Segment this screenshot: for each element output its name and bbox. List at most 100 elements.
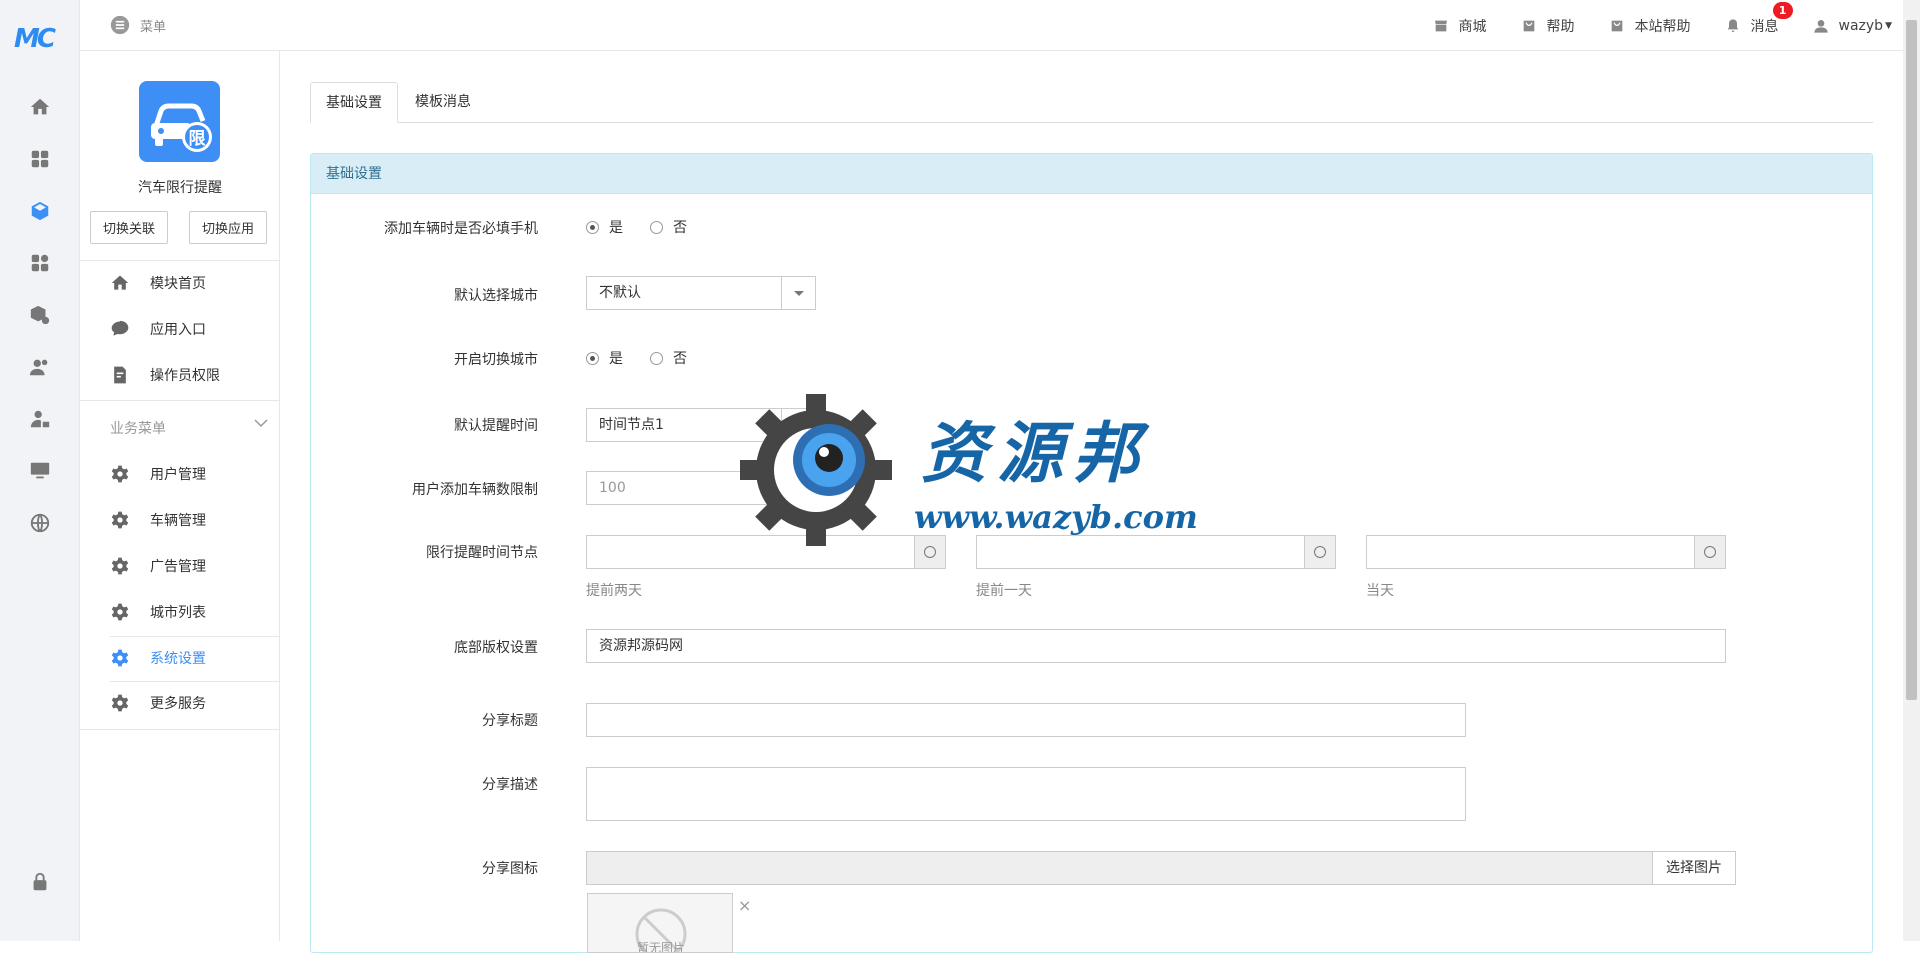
watermark-url: www.wazyb.com [914,498,1198,536]
menu-toggle[interactable]: 菜单 [110,15,166,35]
vehicle-limit-label: 用户添加车辆数限制 [412,482,538,498]
divider [110,681,280,682]
messages-link[interactable]: 消息 1 [1725,1,1793,36]
monitor-icon[interactable] [26,457,54,485]
svg-text:限: 限 [189,129,206,149]
caret-down-icon [781,277,815,309]
gear-icon [111,694,129,712]
store-link[interactable]: 商城 [1433,16,1487,36]
bag-icon [1523,20,1534,31]
tab-template-messages[interactable]: 模板消息 [400,82,486,123]
gear-icon [111,465,129,483]
default-city-select[interactable]: 不默认 [586,276,816,310]
user-lock-icon[interactable] [26,405,54,433]
sidebar-item-module-home[interactable]: 模块首页 [110,265,206,301]
top-bar: 菜单 商城 帮助 本站帮助 消息 1 wazyb ▼ [80,0,1920,51]
menu-label: 菜单 [140,19,167,35]
share-title-label: 分享标题 [482,713,538,729]
divider [80,400,280,401]
caret-down-icon: ▼ [1885,20,1892,31]
copyright-label: 底部版权设置 [454,640,538,656]
phone-required-label: 添加车辆时是否必填手机 [384,221,538,237]
share-icon-thumbnail: 暂无图片 [587,893,733,953]
share-desc-label: 分享描述 [482,777,538,793]
time-node-1-hint: 提前两天 [586,583,642,599]
users-icon[interactable] [26,353,54,381]
clock-icon[interactable] [1304,535,1336,569]
phone-required-yes-radio[interactable]: 是 [586,217,623,237]
share-icon-label: 分享图标 [482,861,538,877]
svg-text:暂无图片: 暂无图片 [637,941,685,953]
divider [110,636,280,637]
bell-icon [1727,18,1738,32]
share-title-input[interactable] [586,703,1466,737]
time-node-2-hint: 提前一天 [976,583,1032,599]
module-settings-icon[interactable] [26,301,54,329]
lock-icon[interactable] [26,868,54,896]
copyright-input[interactable]: 资源邦源码网 [586,629,1726,663]
time-node-3-input[interactable] [1366,535,1696,569]
sidebar-item-vehicle-management[interactable]: 车辆管理 [110,502,206,538]
app-name: 汽车限行提醒 [138,180,222,196]
time-node-3-hint: 当天 [1366,583,1394,599]
divider [80,729,280,730]
panel-title: 基础设置 [311,154,1872,194]
sidebar-item-operator-permissions[interactable]: 操作员权限 [110,357,220,393]
radio-dot [586,351,599,365]
tab-bar: 基础设置 模板消息 [310,82,1873,123]
car-icon: 限 [151,103,212,152]
remove-image-icon[interactable]: × [738,896,751,915]
sidebar-item-app-entry[interactable]: 应用入口 [110,311,206,347]
scrollbar-thumb[interactable] [1906,20,1917,700]
sidebar-item-ad-management[interactable]: 广告管理 [110,548,206,584]
sidebar-item-city-list[interactable]: 城市列表 [110,594,206,630]
app-icon: 限 [139,81,220,162]
city-switch-yes-radio[interactable]: 是 [586,348,623,368]
group-title[interactable]: 业务菜单 [110,418,166,438]
module-sidebar: 限 汽车限行提醒 切换关联 切换应用 模块首页 应用入口 操作员权限 业务菜单 … [80,51,280,941]
no-image-icon: 暂无图片 [635,908,687,953]
city-switch-no-radio[interactable]: 否 [650,348,687,368]
default-remind-label: 默认提醒时间 [454,418,538,434]
gear-icon [111,511,129,529]
cube-icon[interactable] [26,197,54,225]
top-nav: 商城 帮助 本站帮助 消息 1 wazyb ▼ [1433,0,1892,51]
gear-icon [111,603,129,621]
divider [80,260,280,261]
app-logo[interactable]: MC [14,24,66,60]
chevron-down-icon[interactable] [254,417,268,432]
scrollbar[interactable] [1903,0,1920,941]
plugins-icon[interactable] [26,249,54,277]
tab-basic-settings[interactable]: 基础设置 [310,82,398,123]
watermark: 资源邦 www.wazyb.com [736,390,1198,550]
site-help-link[interactable]: 本站帮助 [1609,16,1691,36]
clock-icon[interactable] [1694,535,1726,569]
phone-required-no-radio[interactable]: 否 [650,217,687,237]
chat-icon [111,320,129,336]
gear-icon [111,649,129,667]
gear-eye-logo-icon [740,394,892,546]
message-count-badge: 1 [1772,1,1793,19]
choose-image-button[interactable]: 选择图片 [1652,851,1736,885]
radio-dot [650,220,663,234]
switch-link-button[interactable]: 切换关联 [90,211,169,244]
share-desc-textarea[interactable] [586,767,1466,821]
list-icon [110,15,130,35]
help-link[interactable]: 帮助 [1521,16,1575,36]
watermark-text: 资源邦 [921,414,1149,492]
home-icon [111,275,129,290]
sidebar-item-more-services[interactable]: 更多服务 [110,685,206,721]
doc-edit-icon [114,366,126,384]
user-menu[interactable]: wazyb ▼ [1813,18,1892,34]
share-icon-input[interactable] [586,851,1653,885]
icon-rail: MC [0,0,80,941]
city-switch-label: 开启切换城市 [454,352,538,368]
switch-app-button[interactable]: 切换应用 [189,211,268,244]
home-icon[interactable] [26,93,54,121]
sidebar-item-user-management[interactable]: 用户管理 [110,456,206,492]
globe-icon[interactable] [26,509,54,537]
sidebar-item-system-settings[interactable]: 系统设置 [110,640,206,676]
radio-dot [650,351,663,365]
user-icon [1813,19,1828,33]
apps-icon[interactable] [26,145,54,173]
